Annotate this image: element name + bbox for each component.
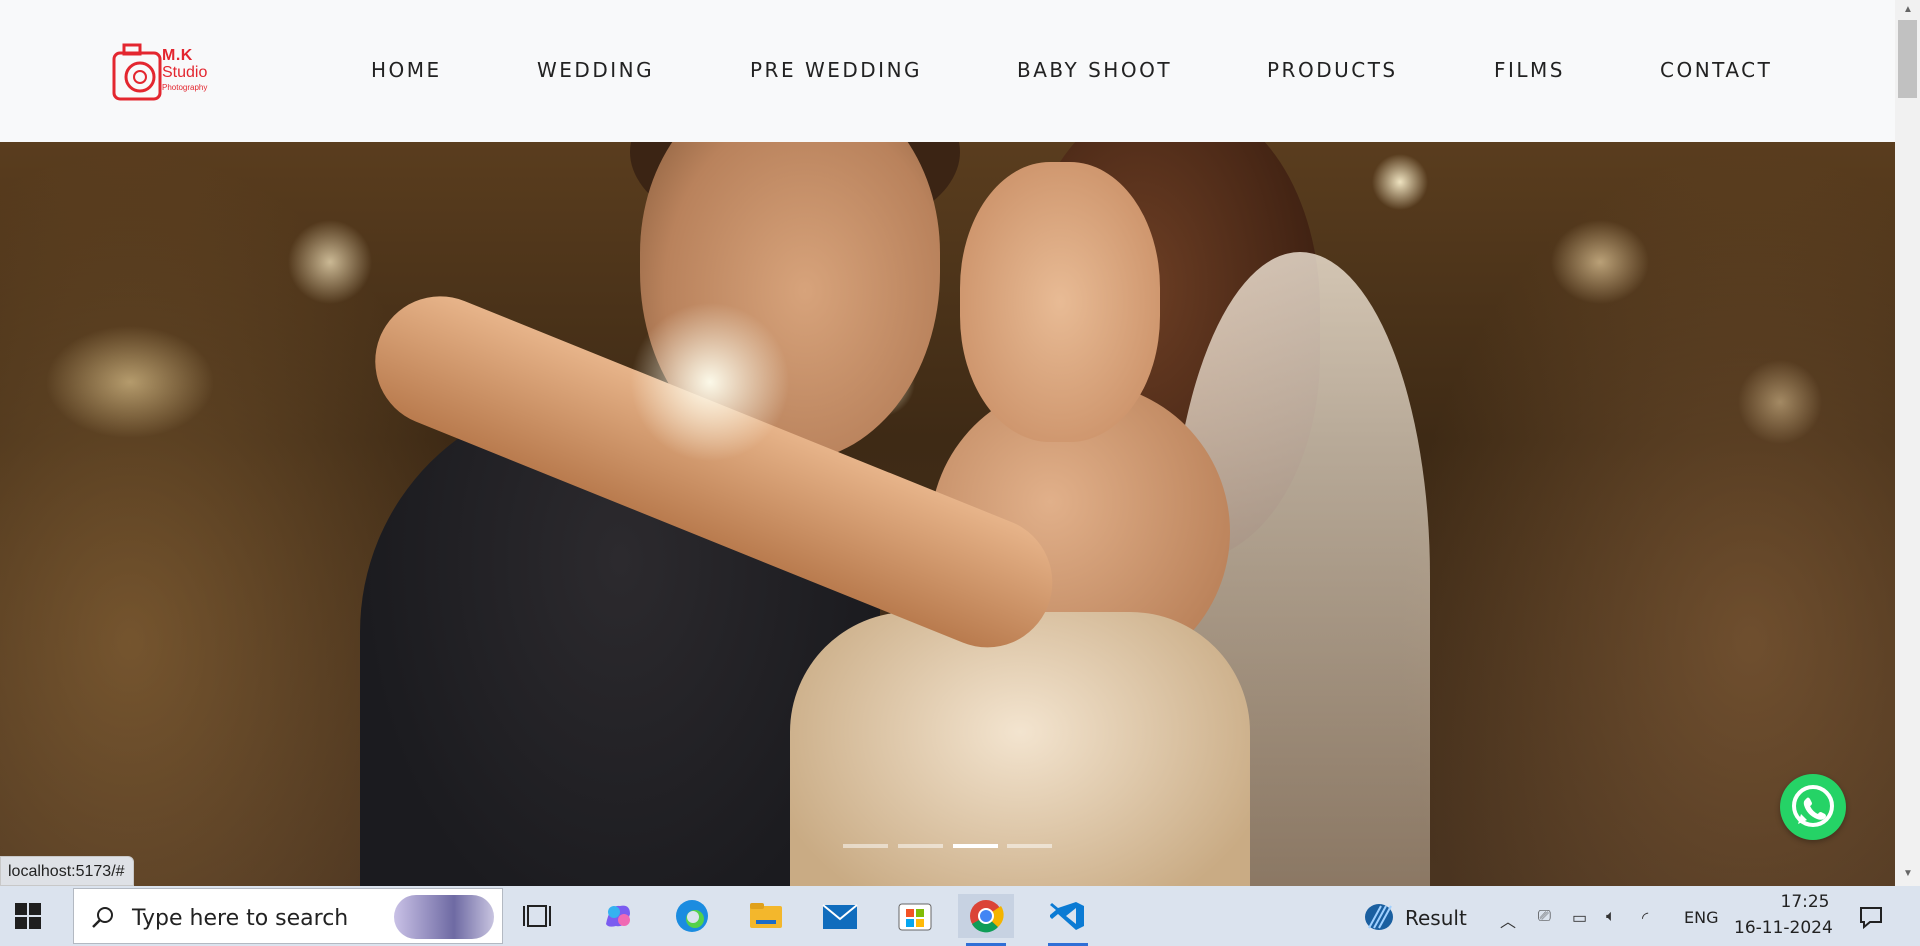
site-header: M.K Studio Photography HOME WEDDING PRE … [0, 0, 1895, 142]
copilot-icon[interactable] [590, 894, 646, 938]
nav-products[interactable]: PRODUCTS [1267, 58, 1398, 82]
search-highlight-image [394, 895, 494, 939]
carousel-indicators [843, 844, 1053, 848]
show-hidden-icons-icon[interactable]: ︿ [1500, 908, 1516, 932]
widget-label[interactable]: Result [1405, 906, 1467, 930]
taskbar-search-box[interactable]: Type here to search [73, 888, 503, 944]
search-icon [92, 907, 113, 928]
nav-wedding[interactable]: WEDDING [537, 58, 654, 82]
wifi-icon[interactable]: ◜ [1642, 908, 1648, 928]
page-scrollbar[interactable] [1895, 0, 1920, 886]
carousel-indicator-2[interactable] [898, 844, 943, 848]
cricket-result-widget-icon[interactable] [1363, 902, 1395, 932]
hero-carousel[interactable] [0, 142, 1895, 886]
nav-baby-shoot[interactable]: BABY SHOOT [1017, 58, 1172, 82]
volume-icon[interactable]: 🔈︎ [1606, 908, 1616, 926]
notifications-icon[interactable] [1858, 904, 1884, 930]
link-status-bar: localhost:5173/# [0, 856, 134, 886]
nav-contact[interactable]: CONTACT [1660, 58, 1772, 82]
scroll-up-arrow-icon[interactable]: ▲ [1903, 4, 1913, 15]
carousel-indicator-1[interactable] [843, 844, 888, 848]
language-indicator[interactable]: ENG [1684, 908, 1718, 927]
battery-icon[interactable]: ▭ [1572, 908, 1587, 928]
carousel-indicator-3[interactable] [953, 844, 998, 848]
main-nav: HOME WEDDING PRE WEDDING BABY SHOOT PROD… [0, 58, 1895, 82]
scrollbar-thumb[interactable] [1898, 20, 1917, 98]
vscode-icon[interactable] [1040, 894, 1096, 946]
edge-icon[interactable] [664, 894, 720, 938]
clock-date[interactable]: 16-11-2024 [1734, 918, 1833, 938]
windows-start-icon[interactable] [14, 902, 42, 930]
chrome-icon[interactable] [958, 894, 1014, 946]
whatsapp-button[interactable] [1780, 774, 1846, 840]
clock-time[interactable]: 17:25 [1762, 892, 1848, 912]
camera-status-icon[interactable]: ⎚ [1538, 908, 1551, 926]
store-icon[interactable] [887, 894, 943, 938]
carousel-indicator-4[interactable] [1007, 844, 1052, 848]
whatsapp-icon [1792, 785, 1834, 827]
windows-taskbar: Type here to search Result ︿ ⎚ ▭ 🔈︎ ◜ EN… [0, 886, 1920, 946]
nav-films[interactable]: FILMS [1494, 58, 1565, 82]
nav-home[interactable]: HOME [371, 58, 442, 82]
mail-icon[interactable] [812, 894, 868, 938]
brand-tagline: Photography [162, 83, 208, 92]
file-explorer-icon[interactable] [738, 894, 794, 938]
scroll-down-arrow-icon[interactable]: ▼ [1903, 868, 1913, 879]
search-placeholder: Type here to search [132, 906, 349, 931]
nav-pre-wedding[interactable]: PRE WEDDING [750, 58, 922, 82]
task-view-icon[interactable] [512, 894, 568, 938]
